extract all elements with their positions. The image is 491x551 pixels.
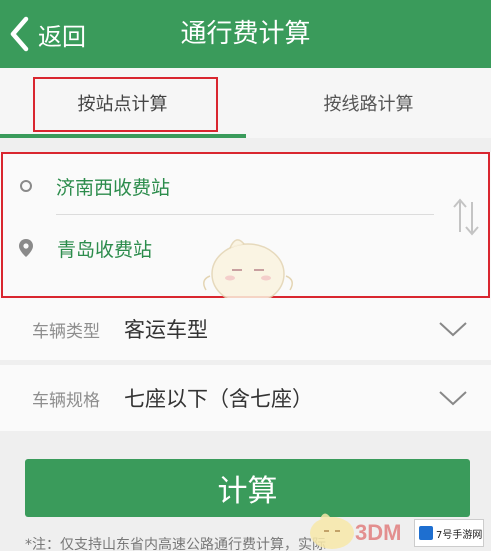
location-pin-icon bbox=[19, 239, 33, 257]
watermark-mascot-icon bbox=[310, 513, 354, 549]
vehicle-type-value: 客运车型 bbox=[124, 318, 208, 342]
tab-by-station[interactable]: 按站点计算 bbox=[0, 68, 245, 138]
active-tab-indicator bbox=[0, 134, 246, 138]
watermark-badge: 7号手游网 bbox=[414, 519, 484, 547]
vehicle-type-select[interactable]: 车辆类型 客运车型 bbox=[0, 298, 491, 360]
chevron-down-icon bbox=[439, 322, 467, 337]
watermark-brand: 3DM bbox=[355, 520, 402, 545]
destination-station: 青岛收费站 bbox=[57, 238, 153, 261]
chevron-down-icon bbox=[439, 391, 467, 406]
watermark-site: 7号手游网 bbox=[436, 529, 483, 541]
tab-by-route[interactable]: 按线路计算 bbox=[246, 68, 491, 138]
vehicle-spec-label: 车辆规格 bbox=[32, 390, 100, 411]
swap-stations-icon[interactable] bbox=[450, 196, 482, 238]
vehicle-spec-select[interactable]: 车辆规格 七座以下（含七座） bbox=[0, 365, 491, 431]
station-divider bbox=[56, 214, 434, 215]
app-header: 返回 通行费计算 bbox=[0, 0, 491, 68]
vehicle-spec-value: 七座以下（含七座） bbox=[124, 387, 313, 411]
origin-station: 济南西收费站 bbox=[56, 176, 171, 199]
mascot-watermark-icon bbox=[203, 239, 293, 305]
watermark-logo-icon bbox=[419, 526, 433, 540]
origin-circle-icon bbox=[20, 180, 32, 192]
vehicle-type-label: 车辆类型 bbox=[32, 321, 100, 342]
origin-row[interactable]: 济南西收费站 bbox=[0, 156, 440, 216]
page-title: 通行费计算 bbox=[180, 19, 311, 49]
tab-bar: 按站点计算 按线路计算 bbox=[0, 68, 491, 138]
calculate-button[interactable]: 计算 bbox=[25, 459, 470, 517]
